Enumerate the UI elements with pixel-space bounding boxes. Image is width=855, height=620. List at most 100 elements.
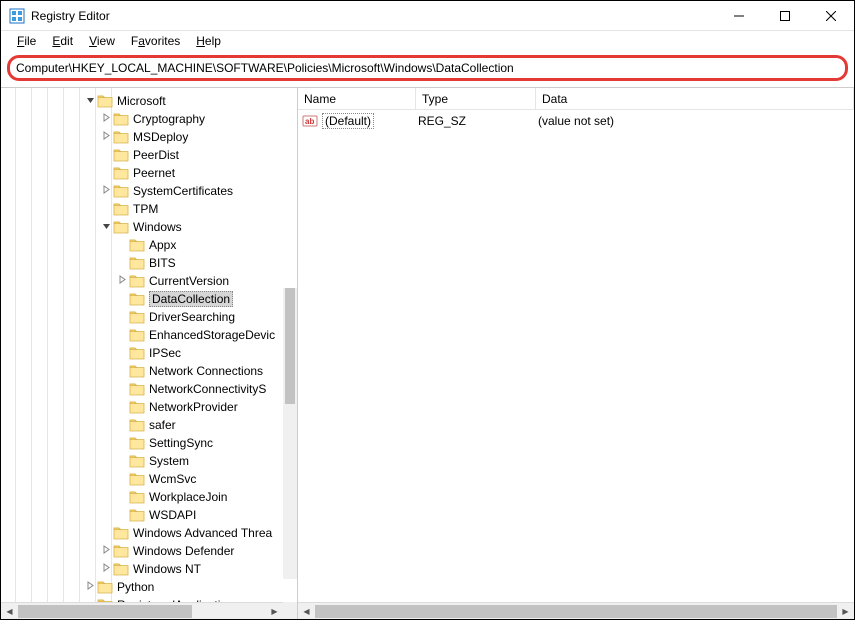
folder-icon — [129, 238, 145, 252]
column-header-type[interactable]: Type — [416, 88, 536, 109]
tree-node[interactable]: Appx — [1, 236, 297, 254]
tree-node[interactable]: MSDeploy — [1, 128, 297, 146]
addressbar-path: Computer\HKEY_LOCAL_MACHINE\SOFTWARE\Pol… — [16, 61, 514, 75]
close-button[interactable] — [808, 1, 854, 31]
menu-file[interactable]: File — [9, 32, 44, 50]
tree-node[interactable]: WorkplaceJoin — [1, 488, 297, 506]
scroll-left-icon[interactable]: ◀ — [298, 603, 315, 620]
menu-view[interactable]: View — [81, 32, 123, 50]
folder-icon — [97, 580, 113, 594]
tree-node-label: Windows — [133, 220, 182, 234]
tree-node-label: NetworkConnectivityS — [149, 382, 266, 396]
tree-node-label: Python — [117, 580, 154, 594]
scroll-right-icon[interactable]: ▶ — [837, 603, 854, 620]
tree-node[interactable]: safer — [1, 416, 297, 434]
tree-node[interactable]: IPSec — [1, 344, 297, 362]
folder-icon — [129, 382, 145, 396]
folder-icon — [129, 328, 145, 342]
window-title: Registry Editor — [31, 9, 716, 23]
tree-node[interactable]: WSDAPI — [1, 506, 297, 524]
tree-node-label: DataCollection — [149, 291, 233, 307]
folder-icon — [129, 418, 145, 432]
tree-pane: MicrosoftCryptographyMSDeploy PeerDist Pee… — [1, 88, 298, 619]
tree-node[interactable]: WcmSvc — [1, 470, 297, 488]
tree-node-label: IPSec — [149, 346, 181, 360]
minimize-button[interactable] — [716, 1, 762, 31]
tree-node-label: SettingSync — [149, 436, 213, 450]
tree-horizontal-scrollbar[interactable]: ◀ ▶ — [1, 602, 283, 619]
folder-icon — [97, 94, 113, 108]
tree-node[interactable]: Network Connections — [1, 362, 297, 380]
tree-node-label: Windows Advanced Threa — [133, 526, 272, 540]
tree-node[interactable]: Peernet — [1, 164, 297, 182]
tree-node-label: WcmSvc — [149, 472, 196, 486]
tree[interactable]: MicrosoftCryptographyMSDeploy PeerDist Pee… — [1, 88, 297, 618]
window-controls — [716, 1, 854, 31]
tree-node[interactable]: SettingSync — [1, 434, 297, 452]
tree-node[interactable]: System — [1, 452, 297, 470]
row-data: (value not set) — [536, 114, 850, 128]
tree-node-label: Network Connections — [149, 364, 263, 378]
folder-icon — [113, 562, 129, 576]
list-horizontal-scrollbar[interactable]: ◀ ▶ — [298, 602, 854, 619]
folder-icon — [113, 202, 129, 216]
tree-node[interactable]: EnhancedStorageDevic — [1, 326, 297, 344]
app-icon — [9, 8, 25, 24]
column-header-name[interactable]: Name — [298, 88, 416, 109]
scroll-right-icon[interactable]: ▶ — [266, 603, 283, 620]
folder-icon — [129, 346, 145, 360]
menu-favorites[interactable]: Favorites — [123, 32, 188, 50]
addressbar[interactable]: Computer\HKEY_LOCAL_MACHINE\SOFTWARE\Pol… — [7, 55, 848, 81]
chevron-right-icon[interactable] — [115, 275, 129, 287]
folder-icon — [129, 454, 145, 468]
list-pane: Name Type Data ab (Default) REG_SZ (valu… — [298, 88, 854, 619]
tree-node[interactable]: Windows Defender — [1, 542, 297, 560]
folder-icon — [113, 544, 129, 558]
tree-node[interactable]: DriverSearching — [1, 308, 297, 326]
tree-node-label: DriverSearching — [149, 310, 235, 324]
tree-vertical-scrollbar[interactable] — [283, 288, 297, 579]
folder-icon — [129, 490, 145, 504]
tree-node[interactable]: Windows Advanced Threa — [1, 524, 297, 542]
menu-help[interactable]: Help — [188, 32, 229, 50]
tree-node-label: PeerDist — [133, 148, 179, 162]
folder-icon — [129, 292, 145, 306]
chevron-down-icon[interactable] — [99, 221, 113, 233]
tree-node-label: Appx — [149, 238, 176, 252]
tree-node[interactable]: Cryptography — [1, 110, 297, 128]
addressbar-highlight: Computer\HKEY_LOCAL_MACHINE\SOFTWARE\Pol… — [1, 51, 854, 87]
folder-icon — [113, 184, 129, 198]
folder-icon — [129, 310, 145, 324]
tree-node[interactable]: CurrentVersion — [1, 272, 297, 290]
folder-icon — [113, 130, 129, 144]
scrollbar-thumb[interactable] — [315, 605, 837, 618]
tree-node[interactable]: NetworkProvider — [1, 398, 297, 416]
tree-node-label: System — [149, 454, 189, 468]
scrollbar-thumb[interactable] — [285, 288, 295, 404]
tree-node[interactable]: DataCollection — [1, 290, 297, 308]
column-header-data[interactable]: Data — [536, 88, 854, 109]
menu-edit[interactable]: Edit — [44, 32, 81, 50]
maximize-button[interactable] — [762, 1, 808, 31]
tree-node[interactable]: Python — [1, 578, 297, 596]
list-header: Name Type Data — [298, 88, 854, 110]
tree-node[interactable]: Microsoft — [1, 92, 297, 110]
tree-node[interactable]: SystemCertificates — [1, 182, 297, 200]
list-row[interactable]: ab (Default) REG_SZ (value not set) — [302, 112, 850, 130]
chevron-down-icon[interactable] — [83, 95, 97, 107]
tree-node[interactable]: PeerDist — [1, 146, 297, 164]
tree-node[interactable]: BITS — [1, 254, 297, 272]
folder-icon — [129, 472, 145, 486]
tree-node[interactable]: NetworkConnectivityS — [1, 380, 297, 398]
tree-node-label: Peernet — [133, 166, 175, 180]
folder-icon — [129, 274, 145, 288]
tree-node[interactable]: Windows NT — [1, 560, 297, 578]
scrollbar-thumb[interactable] — [18, 605, 192, 618]
tree-node[interactable]: TPM — [1, 200, 297, 218]
folder-icon — [113, 148, 129, 162]
folder-icon — [129, 400, 145, 414]
tree-node[interactable]: Windows — [1, 218, 297, 236]
scroll-left-icon[interactable]: ◀ — [1, 603, 18, 620]
tree-node-label: WorkplaceJoin — [149, 490, 227, 504]
list-body[interactable]: ab (Default) REG_SZ (value not set) — [298, 110, 854, 602]
